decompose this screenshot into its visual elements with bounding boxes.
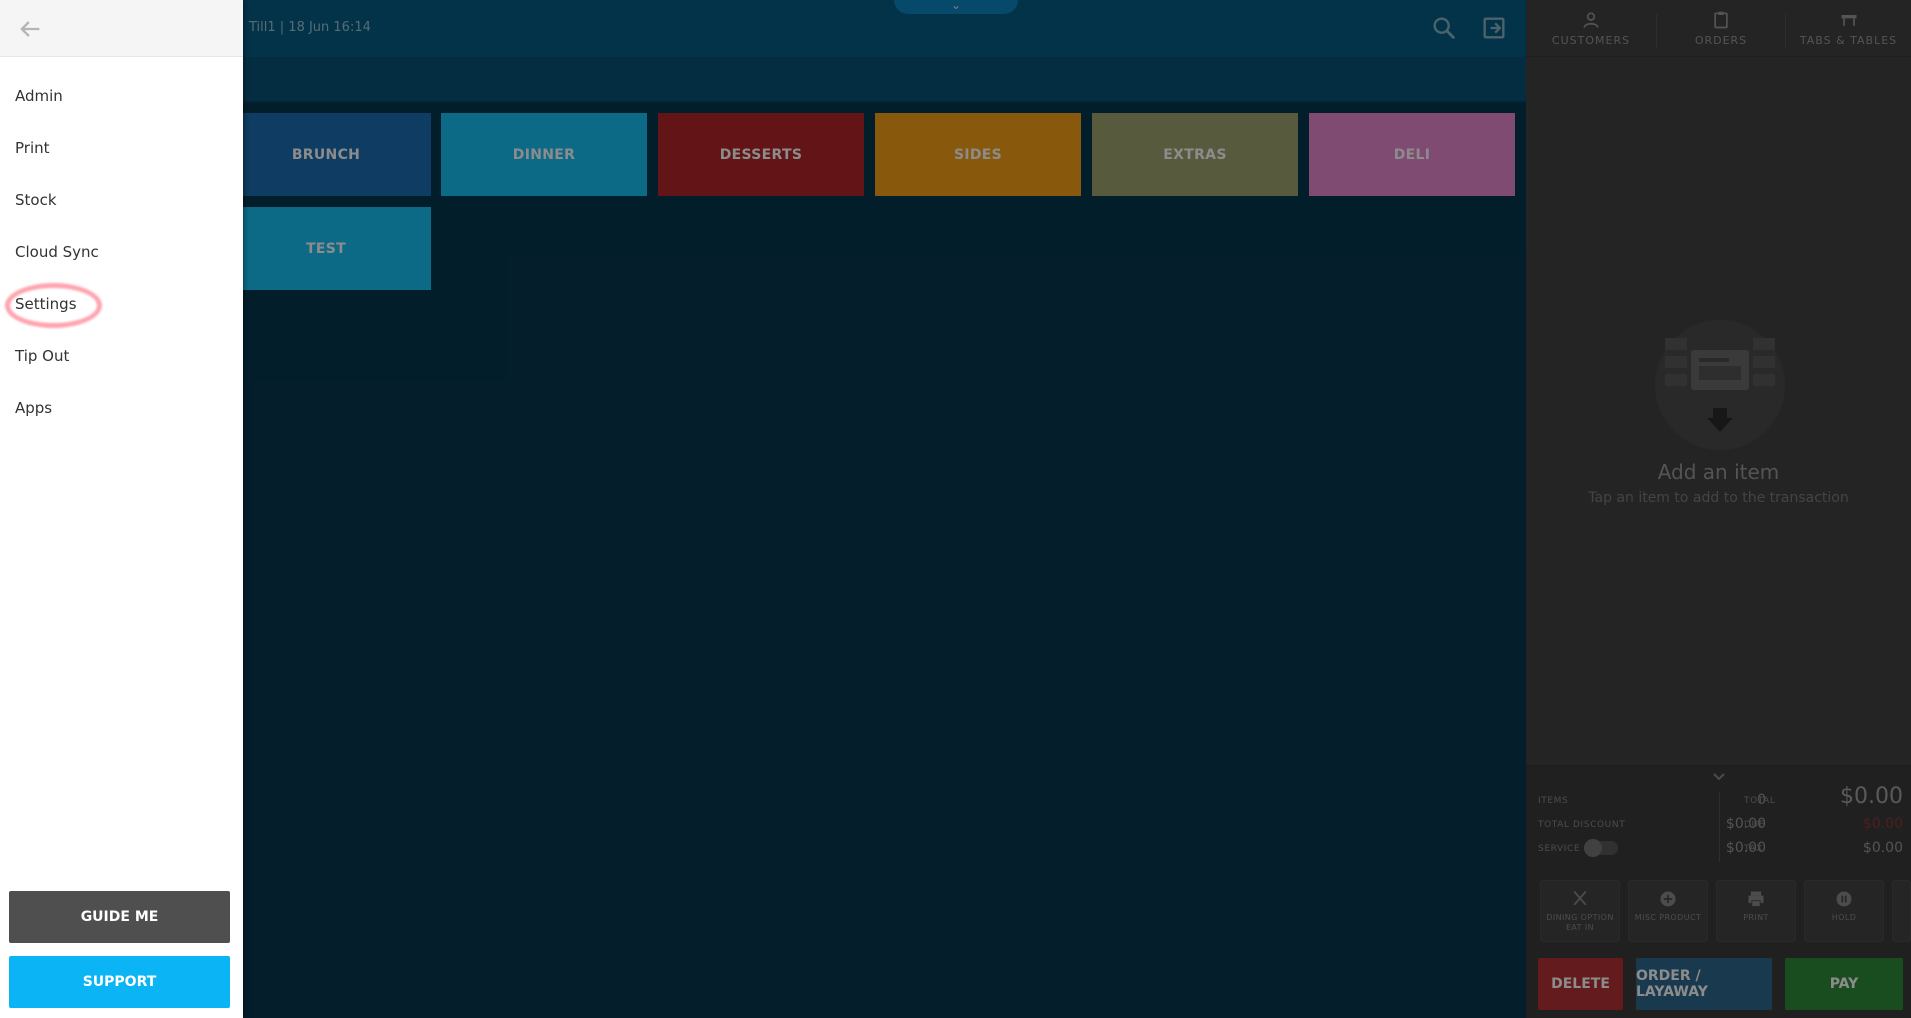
support-button[interactable]: SUPPORT (9, 956, 230, 1008)
highlight-circle (5, 283, 102, 328)
side-drawer: Admin Print Stock Cloud Sync Settings Ti… (0, 0, 243, 1018)
menu-item-cloud-sync[interactable]: Cloud Sync (15, 243, 99, 261)
drawer-header (0, 0, 243, 57)
menu-item-stock[interactable]: Stock (15, 191, 57, 209)
menu-item-print[interactable]: Print (15, 139, 50, 157)
guide-me-button[interactable]: GUIDE ME (9, 891, 230, 943)
menu-item-admin[interactable]: Admin (15, 87, 63, 105)
dim-overlay[interactable] (243, 0, 1911, 1018)
back-arrow-icon[interactable] (16, 15, 44, 43)
menu-item-apps[interactable]: Apps (15, 399, 52, 417)
menu-item-tip-out[interactable]: Tip Out (15, 347, 69, 365)
